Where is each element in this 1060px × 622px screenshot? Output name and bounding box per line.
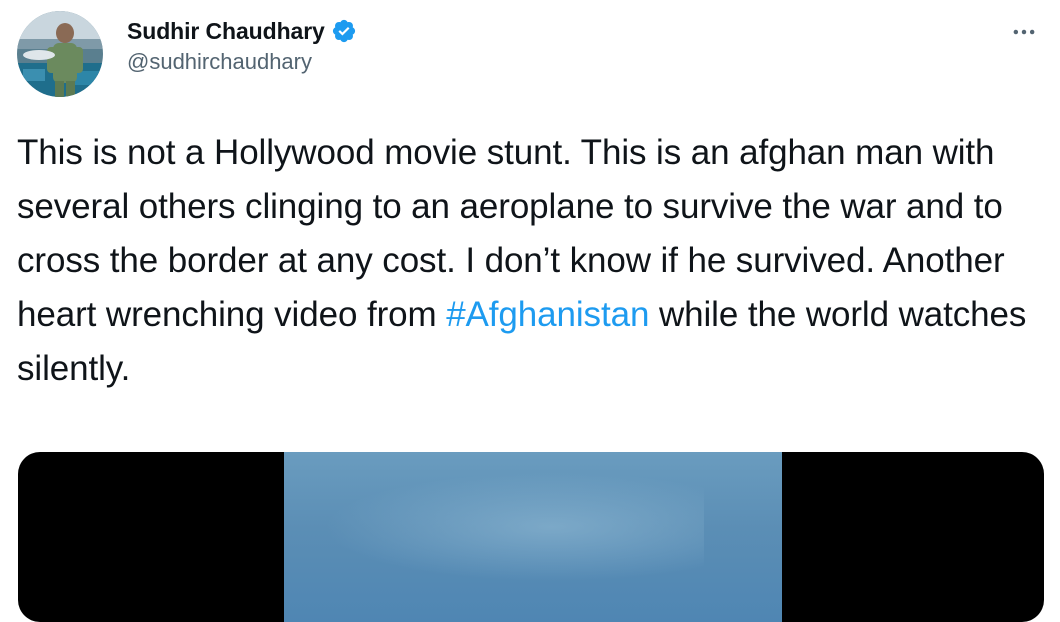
verified-badge-icon <box>331 18 357 44</box>
avatar[interactable] <box>17 11 103 97</box>
tweet-text: This is not a Hollywood movie stunt. Thi… <box>17 126 1042 396</box>
video-player[interactable] <box>18 452 1044 622</box>
tweet-card: Sudhir Chaudhary @sudhirchaudhary This i… <box>0 0 1060 622</box>
hashtag-link[interactable]: #Afghanistan <box>446 295 649 334</box>
author-handle[interactable]: @sudhirchaudhary <box>127 49 357 75</box>
author-name-row: Sudhir Chaudhary <box>127 14 357 48</box>
more-horizontal-icon <box>1013 29 1035 35</box>
profile-photo-icon <box>17 11 103 97</box>
sky-haze <box>324 472 704 582</box>
more-options-button[interactable] <box>1006 14 1042 50</box>
video-frame <box>284 452 782 622</box>
author-display-name[interactable]: Sudhir Chaudhary <box>127 18 325 45</box>
author-block: Sudhir Chaudhary @sudhirchaudhary <box>127 14 357 75</box>
